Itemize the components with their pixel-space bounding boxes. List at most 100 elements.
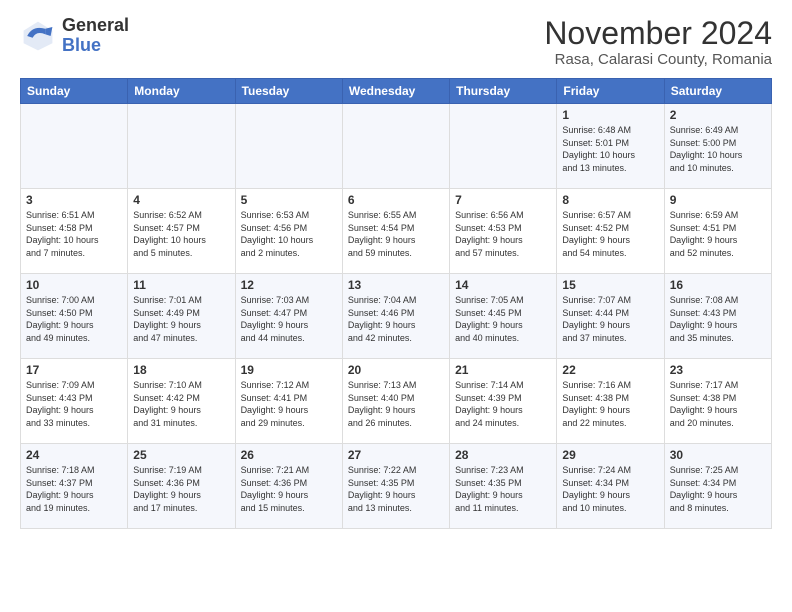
cell-w2-d3: 5 Sunrise: 6:53 AM Sunset: 4:56 PM Daylig… xyxy=(235,189,342,274)
cell-w5-d1: 24 Sunrise: 7:18 AM Sunset: 4:37 PM Dayli… xyxy=(21,444,128,529)
cell-w1-d4 xyxy=(342,104,449,189)
calendar: Sunday Monday Tuesday Wednesday Thursday… xyxy=(20,78,772,529)
day-info: Sunrise: 7:04 AM Sunset: 4:46 PM Dayligh… xyxy=(348,294,444,344)
col-sunday: Sunday xyxy=(21,79,128,104)
day-number: 21 xyxy=(455,363,551,377)
cell-w3-d6: 15Sunrise: 7:07 AM Sunset: 4:44 PM Dayli… xyxy=(557,274,664,359)
cell-w5-d2: 25 Sunrise: 7:19 AM Sunset: 4:36 PM Dayli… xyxy=(128,444,235,529)
cell-w3-d2: 11 Sunrise: 7:01 AM Sunset: 4:49 PM Dayli… xyxy=(128,274,235,359)
day-info: Sunrise: 6:59 AM Sunset: 4:51 PM Dayligh… xyxy=(670,209,766,259)
day-number: 22 xyxy=(562,363,658,377)
day-info: Sunrise: 7:01 AM Sunset: 4:49 PM Dayligh… xyxy=(133,294,229,344)
day-number: 25 xyxy=(133,448,229,462)
day-number: 14 xyxy=(455,278,551,292)
cell-w4-d1: 17 Sunrise: 7:09 AM Sunset: 4:43 PM Dayli… xyxy=(21,359,128,444)
day-info: Sunrise: 7:25 AM Sunset: 4:34 PM Dayligh… xyxy=(670,464,766,514)
cell-w5-d3: 26Sunrise: 7:21 AM Sunset: 4:36 PM Dayli… xyxy=(235,444,342,529)
day-number: 20 xyxy=(348,363,444,377)
day-info: Sunrise: 7:18 AM Sunset: 4:37 PM Dayligh… xyxy=(26,464,122,514)
day-number: 29 xyxy=(562,448,658,462)
cell-w5-d6: 29 Sunrise: 7:24 AM Sunset: 4:34 PM Dayli… xyxy=(557,444,664,529)
cell-w1-d6: 1 Sunrise: 6:48 AM Sunset: 5:01 PM Daylig… xyxy=(557,104,664,189)
cell-w1-d1 xyxy=(21,104,128,189)
day-info: Sunrise: 7:08 AM Sunset: 4:43 PM Dayligh… xyxy=(670,294,766,344)
cell-w1-d7: 2Sunrise: 6:49 AM Sunset: 5:00 PM Daylig… xyxy=(664,104,771,189)
col-wednesday: Wednesday xyxy=(342,79,449,104)
day-number: 4 xyxy=(133,193,229,207)
day-number: 16 xyxy=(670,278,766,292)
day-info: Sunrise: 7:07 AM Sunset: 4:44 PM Dayligh… xyxy=(562,294,658,344)
day-number: 5 xyxy=(241,193,337,207)
week-row-3: 10Sunrise: 7:00 AM Sunset: 4:50 PM Dayli… xyxy=(21,274,772,359)
cell-w1-d2 xyxy=(128,104,235,189)
day-info: Sunrise: 7:21 AM Sunset: 4:36 PM Dayligh… xyxy=(241,464,337,514)
cell-w4-d3: 19 Sunrise: 7:12 AM Sunset: 4:41 PM Dayli… xyxy=(235,359,342,444)
cell-w2-d2: 4 Sunrise: 6:52 AM Sunset: 4:57 PM Daylig… xyxy=(128,189,235,274)
day-number: 19 xyxy=(241,363,337,377)
day-info: Sunrise: 6:48 AM Sunset: 5:01 PM Dayligh… xyxy=(562,124,658,174)
logo-general-text: General xyxy=(62,16,129,36)
day-number: 11 xyxy=(133,278,229,292)
calendar-header: Sunday Monday Tuesday Wednesday Thursday… xyxy=(21,79,772,104)
logo: General Blue xyxy=(20,16,129,56)
calendar-body: 1 Sunrise: 6:48 AM Sunset: 5:01 PM Daylig… xyxy=(21,104,772,529)
day-info: Sunrise: 6:57 AM Sunset: 4:52 PM Dayligh… xyxy=(562,209,658,259)
day-info: Sunrise: 7:12 AM Sunset: 4:41 PM Dayligh… xyxy=(241,379,337,429)
day-info: Sunrise: 6:53 AM Sunset: 4:56 PM Dayligh… xyxy=(241,209,337,259)
day-info: Sunrise: 7:19 AM Sunset: 4:36 PM Dayligh… xyxy=(133,464,229,514)
day-info: Sunrise: 7:05 AM Sunset: 4:45 PM Dayligh… xyxy=(455,294,551,344)
cell-w4-d5: 21Sunrise: 7:14 AM Sunset: 4:39 PM Dayli… xyxy=(450,359,557,444)
cell-w2-d7: 9Sunrise: 6:59 AM Sunset: 4:51 PM Daylig… xyxy=(664,189,771,274)
day-number: 27 xyxy=(348,448,444,462)
day-info: Sunrise: 6:51 AM Sunset: 4:58 PM Dayligh… xyxy=(26,209,122,259)
cell-w4-d2: 18Sunrise: 7:10 AM Sunset: 4:42 PM Dayli… xyxy=(128,359,235,444)
day-number: 7 xyxy=(455,193,551,207)
day-info: Sunrise: 7:16 AM Sunset: 4:38 PM Dayligh… xyxy=(562,379,658,429)
cell-w2-d6: 8 Sunrise: 6:57 AM Sunset: 4:52 PM Daylig… xyxy=(557,189,664,274)
cell-w1-d3 xyxy=(235,104,342,189)
col-tuesday: Tuesday xyxy=(235,79,342,104)
day-number: 13 xyxy=(348,278,444,292)
cell-w5-d7: 30 Sunrise: 7:25 AM Sunset: 4:34 PM Dayli… xyxy=(664,444,771,529)
day-number: 24 xyxy=(26,448,122,462)
cell-w4-d6: 22 Sunrise: 7:16 AM Sunset: 4:38 PM Dayli… xyxy=(557,359,664,444)
day-number: 6 xyxy=(348,193,444,207)
day-info: Sunrise: 7:09 AM Sunset: 4:43 PM Dayligh… xyxy=(26,379,122,429)
header: General Blue November 2024 Rasa, Calaras… xyxy=(20,16,772,68)
cell-w5-d4: 27Sunrise: 7:22 AM Sunset: 4:35 PM Dayli… xyxy=(342,444,449,529)
day-number: 28 xyxy=(455,448,551,462)
day-number: 17 xyxy=(26,363,122,377)
col-thursday: Thursday xyxy=(450,79,557,104)
week-row-4: 17 Sunrise: 7:09 AM Sunset: 4:43 PM Dayli… xyxy=(21,359,772,444)
day-number: 3 xyxy=(26,193,122,207)
col-saturday: Saturday xyxy=(664,79,771,104)
day-info: Sunrise: 6:52 AM Sunset: 4:57 PM Dayligh… xyxy=(133,209,229,259)
day-number: 1 xyxy=(562,108,658,122)
cell-w1-d5 xyxy=(450,104,557,189)
title-block: November 2024 Rasa, Calarasi County, Rom… xyxy=(544,16,772,68)
days-row: Sunday Monday Tuesday Wednesday Thursday… xyxy=(21,79,772,104)
day-info: Sunrise: 6:56 AM Sunset: 4:53 PM Dayligh… xyxy=(455,209,551,259)
day-info: Sunrise: 6:55 AM Sunset: 4:54 PM Dayligh… xyxy=(348,209,444,259)
cell-w2-d4: 6 Sunrise: 6:55 AM Sunset: 4:54 PM Daylig… xyxy=(342,189,449,274)
col-monday: Monday xyxy=(128,79,235,104)
cell-w4-d4: 20 Sunrise: 7:13 AM Sunset: 4:40 PM Dayli… xyxy=(342,359,449,444)
page: General Blue November 2024 Rasa, Calaras… xyxy=(0,0,792,612)
cell-w3-d5: 14 Sunrise: 7:05 AM Sunset: 4:45 PM Dayli… xyxy=(450,274,557,359)
day-number: 8 xyxy=(562,193,658,207)
cell-w2-d5: 7 Sunrise: 6:56 AM Sunset: 4:53 PM Daylig… xyxy=(450,189,557,274)
cell-w3-d3: 12Sunrise: 7:03 AM Sunset: 4:47 PM Dayli… xyxy=(235,274,342,359)
cell-w4-d7: 23Sunrise: 7:17 AM Sunset: 4:38 PM Dayli… xyxy=(664,359,771,444)
logo-icon xyxy=(20,18,56,54)
logo-text: General Blue xyxy=(62,16,129,56)
sub-title: Rasa, Calarasi County, Romania xyxy=(544,51,772,68)
day-info: Sunrise: 7:24 AM Sunset: 4:34 PM Dayligh… xyxy=(562,464,658,514)
logo-blue-text: Blue xyxy=(62,36,129,56)
day-info: Sunrise: 7:13 AM Sunset: 4:40 PM Dayligh… xyxy=(348,379,444,429)
week-row-5: 24 Sunrise: 7:18 AM Sunset: 4:37 PM Dayli… xyxy=(21,444,772,529)
week-row-2: 3 Sunrise: 6:51 AM Sunset: 4:58 PM Daylig… xyxy=(21,189,772,274)
day-number: 30 xyxy=(670,448,766,462)
day-number: 12 xyxy=(241,278,337,292)
cell-w5-d5: 28Sunrise: 7:23 AM Sunset: 4:35 PM Dayli… xyxy=(450,444,557,529)
day-number: 10 xyxy=(26,278,122,292)
